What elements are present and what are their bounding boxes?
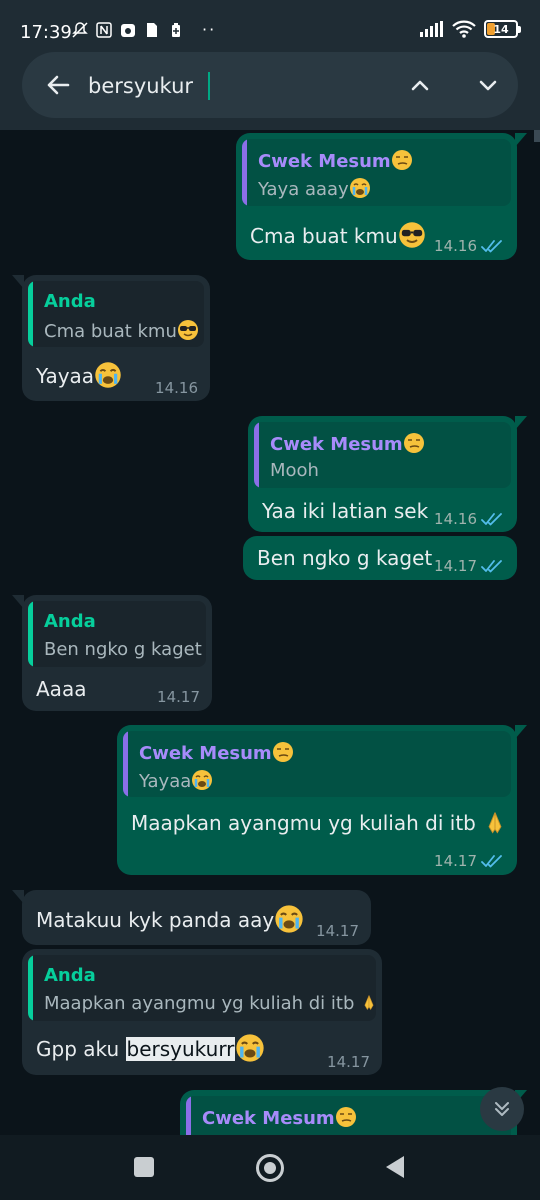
quote-text: Maapkan ayangmu yg kuliah di itb bbox=[44, 993, 376, 1014]
message-bubble-outgoing[interactable]: Cwek Mesum Mooh Yaa iki latian sek 14.16 bbox=[248, 416, 527, 532]
quote-text: Yayaa bbox=[139, 769, 213, 792]
pray-emoji-icon bbox=[482, 809, 508, 835]
message-time: 14.16 bbox=[434, 510, 477, 528]
quote-text: Yaya aaay bbox=[258, 177, 371, 200]
message-time: 14.16 bbox=[434, 237, 477, 255]
battery-level: 14 bbox=[493, 22, 509, 36]
message-text: Cma buat kmu bbox=[250, 221, 426, 249]
quote-text: Mooh bbox=[270, 460, 319, 481]
smirk-emoji-icon bbox=[335, 1106, 357, 1128]
status-system-icons: 14 bbox=[420, 20, 521, 38]
sunglasses-emoji-icon bbox=[177, 319, 199, 341]
quoted-message[interactable]: Cwek Mesum Mooh bbox=[254, 422, 511, 488]
quote-sender-name: Anda bbox=[44, 965, 96, 986]
chat-messages-area[interactable]: Cwek Mesum Yaya aaay Cma buat kmu 14.16 … bbox=[0, 130, 540, 1135]
read-receipt-icon bbox=[481, 239, 503, 253]
message-meta: 14.17 bbox=[434, 852, 503, 870]
search-header bbox=[0, 40, 540, 130]
message-time: 14.17 bbox=[316, 922, 359, 940]
bell-off-icon bbox=[72, 22, 88, 38]
quoted-message[interactable]: Anda Maapkan ayangmu yg kuliah di itb bbox=[28, 955, 376, 1021]
message-meta: 14.17 bbox=[327, 1053, 370, 1071]
quote-text: Ben ngko g kaget bbox=[44, 639, 202, 660]
message-bubble-incoming[interactable]: Anda Maapkan ayangmu yg kuliah di itb Gp… bbox=[22, 949, 382, 1075]
nfc-icon bbox=[96, 22, 112, 38]
status-more-dots: ·· bbox=[202, 20, 217, 39]
quote-sender-name: Cwek Mesum bbox=[270, 432, 425, 455]
battery-saver-icon bbox=[172, 23, 180, 37]
scroll-to-bottom-button[interactable] bbox=[480, 1087, 524, 1131]
message-meta: 14.17 bbox=[157, 688, 200, 706]
crying-emoji-icon bbox=[94, 361, 122, 389]
message-text: Gpp aku bersyukurr bbox=[36, 1033, 265, 1063]
pray-emoji-icon bbox=[360, 993, 376, 1011]
message-time: 14.17 bbox=[434, 852, 477, 870]
message-meta: 14.16 bbox=[434, 510, 503, 528]
battery-icon: 14 bbox=[484, 20, 521, 38]
message-text: Aaaa bbox=[36, 677, 87, 701]
status-notification-icons bbox=[72, 22, 184, 38]
message-text: Ben ngko g kaget bbox=[257, 546, 433, 570]
file-icon bbox=[147, 23, 157, 37]
quote-text: Cma buat kmu bbox=[44, 319, 199, 342]
search-match-highlight: bersyukurr bbox=[125, 1037, 236, 1061]
sunglasses-emoji-icon bbox=[398, 221, 426, 249]
smirk-emoji-icon bbox=[403, 432, 425, 454]
crying-emoji-icon bbox=[191, 769, 213, 791]
crying-emoji-icon bbox=[274, 904, 304, 934]
message-meta: 14.17 bbox=[434, 557, 503, 575]
quoted-message[interactable]: Cwek Mesum Yaya aaay bbox=[242, 139, 511, 206]
message-meta: 14.16 bbox=[434, 237, 503, 255]
home-button[interactable] bbox=[256, 1154, 284, 1182]
text-caret bbox=[208, 72, 210, 100]
quote-sender-name: Cwek Mesum bbox=[202, 1106, 357, 1129]
search-input[interactable] bbox=[88, 72, 388, 100]
message-bubble-outgoing[interactable]: Cwek Mesum Yayaa Maapkan ayangmu yg kuli… bbox=[117, 725, 527, 875]
app-notification-icon bbox=[121, 24, 135, 37]
crying-emoji-icon bbox=[349, 177, 371, 199]
message-bubble-incoming[interactable]: Anda Ben ngko g kaget Aaaa 14.17 bbox=[12, 595, 212, 711]
message-text: Yaa iki latian sek bbox=[262, 499, 429, 523]
read-receipt-icon bbox=[481, 854, 503, 868]
scroll-indicator bbox=[534, 130, 540, 142]
quoted-message[interactable]: Cwek Mesum Yayaa bbox=[123, 731, 511, 797]
signal-icon bbox=[420, 21, 443, 37]
wifi-icon bbox=[452, 20, 476, 38]
message-bubble-outgoing[interactable]: Ben ngko g kaget 14.17 bbox=[243, 536, 517, 580]
search-bar bbox=[22, 52, 518, 118]
back-arrow-icon[interactable] bbox=[42, 69, 74, 101]
message-bubble-incoming[interactable]: Matakuu kyk panda aay 14.17 bbox=[12, 890, 371, 945]
chevron-down-icon[interactable] bbox=[472, 69, 504, 101]
quote-sender-name: Anda bbox=[44, 611, 96, 632]
message-bubble-outgoing[interactable]: Cwek Mesum bbox=[180, 1090, 527, 1135]
message-time: 14.16 bbox=[155, 379, 198, 397]
recent-apps-button[interactable] bbox=[134, 1157, 154, 1177]
message-meta: 14.16 bbox=[155, 379, 198, 397]
smirk-emoji-icon bbox=[391, 149, 413, 171]
message-bubble-incoming[interactable]: Anda Cma buat kmu Yayaa 14.16 bbox=[12, 275, 210, 401]
message-meta: 14.17 bbox=[316, 922, 359, 940]
quoted-message[interactable]: Cwek Mesum bbox=[186, 1096, 511, 1135]
smirk-emoji-icon bbox=[272, 741, 294, 763]
message-text: Yayaa bbox=[36, 361, 122, 389]
back-button[interactable] bbox=[386, 1156, 404, 1178]
quoted-message[interactable]: Anda Cma buat kmu bbox=[28, 281, 204, 347]
quote-sender-name: Anda bbox=[44, 291, 96, 312]
quoted-message[interactable]: Anda Ben ngko g kaget bbox=[28, 601, 206, 667]
read-receipt-icon bbox=[481, 559, 503, 573]
message-text: Matakuu kyk panda aay bbox=[36, 904, 304, 934]
quote-sender-name: Cwek Mesum bbox=[258, 149, 413, 172]
message-time: 14.17 bbox=[157, 688, 200, 706]
read-receipt-icon bbox=[481, 512, 503, 526]
quote-sender-name: Cwek Mesum bbox=[139, 741, 294, 764]
message-text: Maapkan ayangmu yg kuliah di itb bbox=[131, 809, 508, 835]
double-chevron-down-icon bbox=[495, 1102, 509, 1116]
message-bubble-outgoing[interactable]: Cwek Mesum Yaya aaay Cma buat kmu 14.16 bbox=[236, 133, 527, 260]
system-navigation-bar bbox=[0, 1135, 540, 1200]
crying-emoji-icon bbox=[235, 1033, 265, 1063]
message-time: 14.17 bbox=[327, 1053, 370, 1071]
message-time: 14.17 bbox=[434, 557, 477, 575]
chevron-up-icon[interactable] bbox=[404, 69, 436, 101]
